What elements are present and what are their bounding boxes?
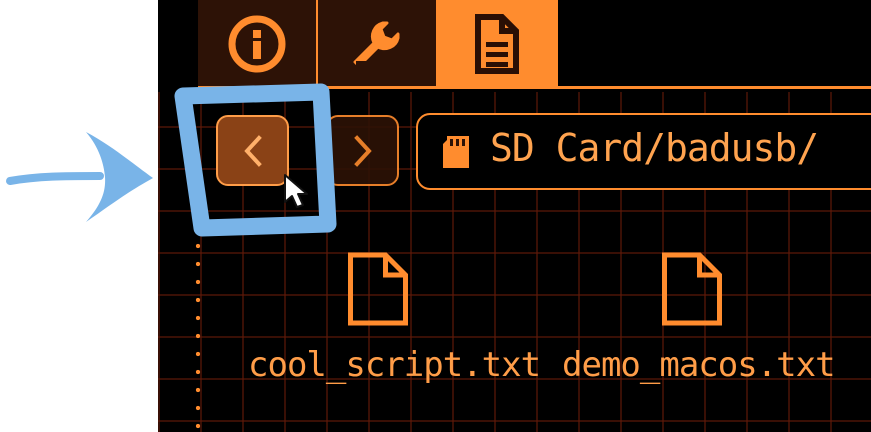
path-text: SD Card/badusb/ [490, 126, 819, 170]
tab-files[interactable] [438, 0, 558, 88]
left-guide-dots [195, 237, 201, 432]
info-icon [228, 15, 286, 73]
top-tab-bar [158, 0, 871, 92]
forward-button[interactable] [326, 115, 399, 186]
tab-tools[interactable] [318, 0, 438, 88]
file-item-cool-script[interactable]: cool_script.txt [248, 250, 541, 410]
chevron-right-icon [353, 134, 372, 167]
arrow-head-icon [86, 132, 153, 222]
file-item-demo-macos[interactable]: demo_macos.txt [562, 250, 836, 410]
pointer-arrow-icon [6, 172, 104, 185]
tab-info[interactable] [198, 0, 318, 88]
chevron-left-icon [243, 134, 262, 167]
file-icon [348, 252, 408, 326]
file-browser-window: SD Card/badusb/ cool_script.txt demo_mac… [158, 0, 871, 432]
path-field[interactable]: SD Card/badusb/ [416, 113, 871, 190]
page: SD Card/badusb/ cool_script.txt demo_mac… [0, 0, 871, 432]
tab-list [198, 0, 558, 88]
back-button[interactable] [216, 115, 289, 186]
file-icon [662, 252, 722, 326]
sd-card-icon [443, 136, 469, 168]
file-name: demo_macos.txt [562, 345, 836, 385]
tab-underline [198, 86, 871, 89]
file-name: cool_script.txt [248, 345, 541, 385]
document-icon [475, 14, 519, 74]
wrench-icon [353, 21, 400, 69]
navigation-row: SD Card/badusb/ [216, 113, 871, 193]
